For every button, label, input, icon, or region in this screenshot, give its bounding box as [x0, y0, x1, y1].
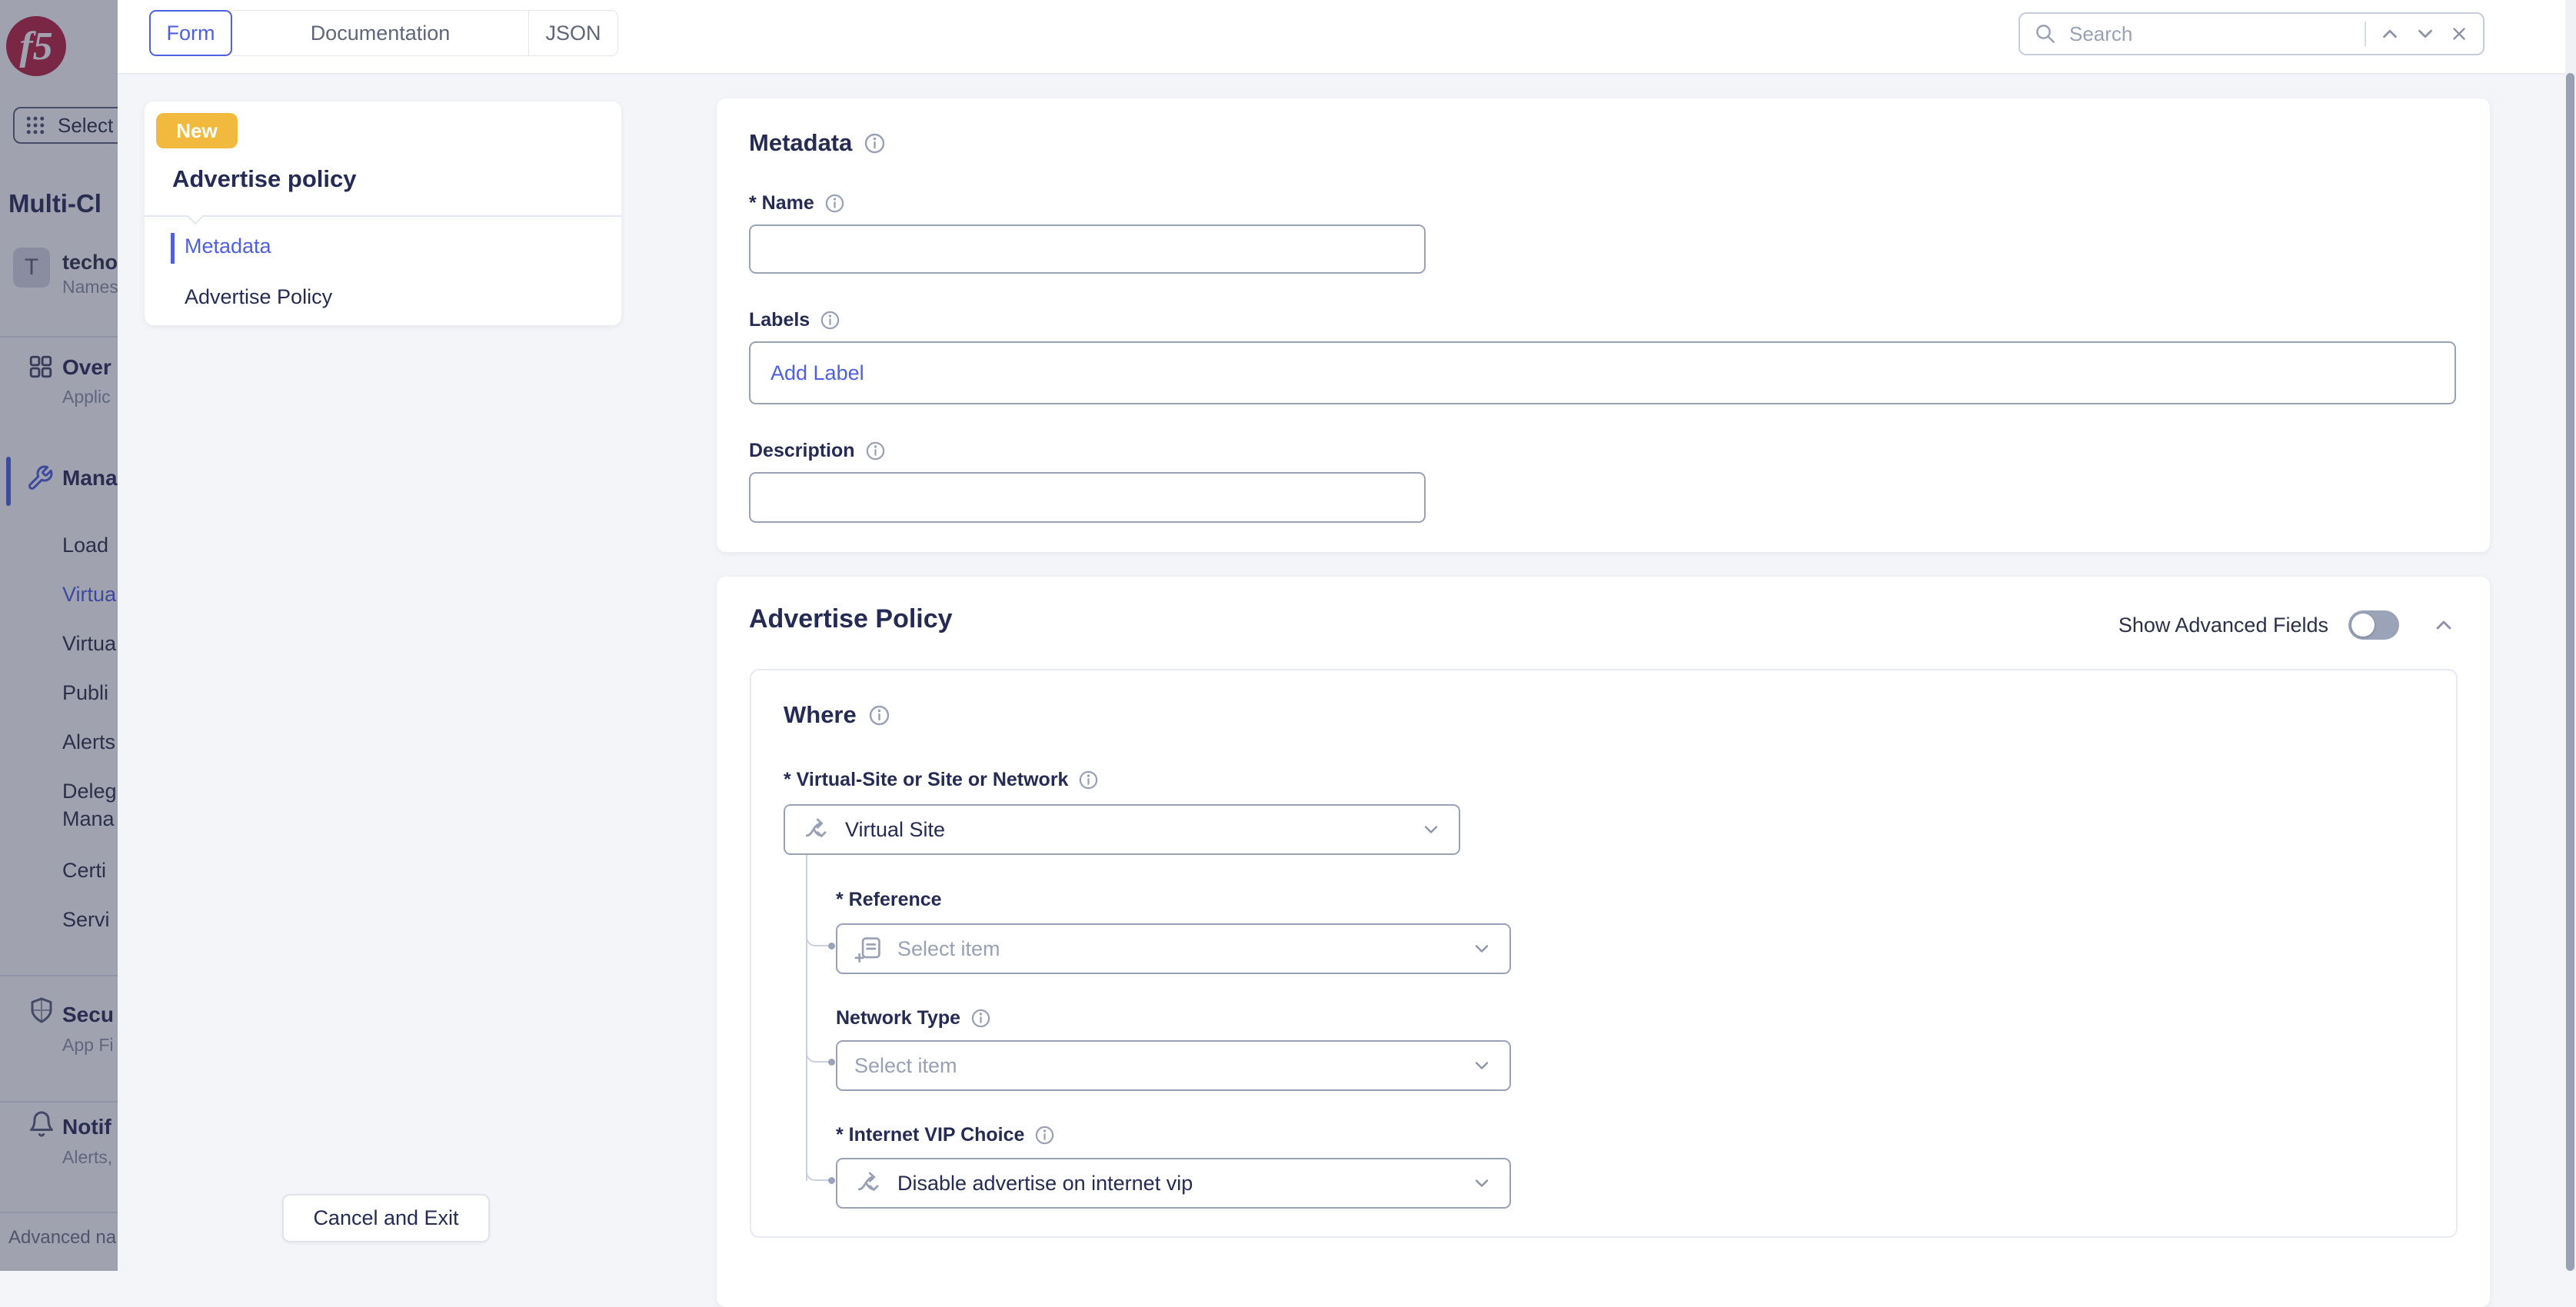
form-nav-panel: New Advertise policy Metadata Advertise …: [145, 101, 621, 325]
where-subsection-title: Where: [784, 701, 857, 729]
info-icon[interactable]: [971, 1009, 990, 1028]
topbar: Form Documentation JSON: [118, 0, 2565, 75]
search-divider: [2365, 22, 2366, 46]
close-icon: [2449, 24, 2469, 44]
where-subsection: Where * Virtual-Site or Site or Network: [750, 669, 2458, 1238]
show-advanced-fields-toggle[interactable]: [2348, 610, 2399, 640]
info-icon[interactable]: [866, 441, 885, 461]
reference-dropdown[interactable]: Select item: [836, 923, 1511, 974]
reference-label: * Reference: [836, 889, 942, 911]
select-from-list-icon: [854, 934, 884, 963]
chevron-down-icon: [1471, 938, 1493, 959]
info-icon[interactable]: [820, 311, 840, 330]
show-advanced-fields-label: Show Advanced Fields: [2118, 614, 2328, 637]
tree-connector-dot: [828, 1059, 835, 1066]
one-of-branch-icon: [854, 1169, 884, 1198]
nav-divider: [145, 215, 621, 217]
internet-vip-choice-label: * Internet VIP Choice: [836, 1124, 1024, 1146]
nav-link-advertise-policy[interactable]: Advertise Policy: [185, 285, 332, 309]
chevron-up-icon: [2431, 613, 2456, 637]
chevron-down-icon: [2414, 22, 2437, 45]
metadata-section-title: Metadata: [749, 129, 852, 157]
sidebar-scrim-overlay: [0, 0, 118, 1271]
add-label-input[interactable]: Add Label: [749, 341, 2456, 404]
labels-field-label: Labels: [749, 309, 810, 331]
info-icon[interactable]: [864, 133, 885, 154]
name-field-label: * Name: [749, 192, 814, 215]
search-input[interactable]: [2069, 22, 2352, 46]
search-close-button[interactable]: [2449, 24, 2469, 44]
info-icon[interactable]: [825, 194, 844, 213]
nav-active-indicator: [171, 233, 175, 264]
add-label-placeholder: Add Label: [770, 361, 864, 385]
chevron-down-icon: [1420, 819, 1442, 840]
site-choice-label: * Virtual-Site or Site or Network: [784, 769, 1068, 791]
metadata-section: Metadata * Name Labels: [717, 98, 2490, 552]
network-type-label: Network Type: [836, 1007, 960, 1029]
chevron-down-icon: [1471, 1055, 1493, 1076]
internet-vip-choice-value: Disable advertise on internet vip: [897, 1172, 1193, 1196]
site-choice-value: Virtual Site: [845, 818, 945, 842]
search-box[interactable]: [2019, 12, 2484, 55]
site-choice-dropdown[interactable]: Virtual Site: [784, 804, 1460, 855]
tree-connector-line: [806, 855, 807, 1181]
info-icon[interactable]: [869, 705, 890, 726]
tree-connector-elbow: [806, 928, 829, 946]
tree-connector-dot: [828, 943, 835, 949]
tree-connector-elbow: [806, 1044, 829, 1063]
info-icon[interactable]: [1035, 1126, 1054, 1145]
tree-connector-dot: [828, 1177, 835, 1184]
page-title: Advertise policy: [172, 165, 356, 193]
search-icon: [2034, 22, 2057, 45]
chevron-down-icon: [1471, 1172, 1493, 1194]
chevron-up-icon: [2378, 22, 2401, 45]
tab-json[interactable]: JSON: [529, 10, 618, 56]
nav-link-metadata[interactable]: Metadata: [185, 234, 271, 258]
reference-placeholder: Select item: [897, 937, 1000, 961]
tab-form[interactable]: Form: [149, 10, 232, 56]
scrollbar-thumb[interactable]: [2566, 73, 2574, 1271]
tab-documentation[interactable]: Documentation: [232, 10, 529, 56]
info-icon[interactable]: [1079, 770, 1098, 790]
tree-connector-elbow: [806, 1162, 829, 1181]
internet-vip-choice-dropdown[interactable]: Disable advertise on internet vip: [836, 1158, 1511, 1209]
advertise-policy-section-title: Advertise Policy: [749, 604, 953, 634]
status-badge-new: New: [156, 113, 238, 148]
one-of-branch-icon: [802, 815, 831, 844]
search-next-button[interactable]: [2414, 22, 2437, 45]
description-input[interactable]: [749, 472, 1426, 523]
nav-divider-notch: [187, 208, 205, 225]
description-field-label: Description: [749, 440, 855, 462]
network-type-dropdown[interactable]: Select item: [836, 1040, 1511, 1091]
advertise-policy-section: Advertise Policy Show Advanced Fields Wh…: [717, 577, 2490, 1307]
toggle-knob: [2351, 614, 2375, 637]
cancel-and-exit-button[interactable]: Cancel and Exit: [282, 1194, 490, 1242]
main-content: New Advertise policy Metadata Advertise …: [118, 75, 2565, 1271]
view-tabs: Form Documentation JSON: [149, 10, 618, 56]
name-input[interactable]: [749, 224, 1426, 274]
collapse-section-button[interactable]: [2431, 613, 2456, 637]
search-prev-button[interactable]: [2378, 22, 2401, 45]
network-type-placeholder: Select item: [854, 1054, 957, 1078]
